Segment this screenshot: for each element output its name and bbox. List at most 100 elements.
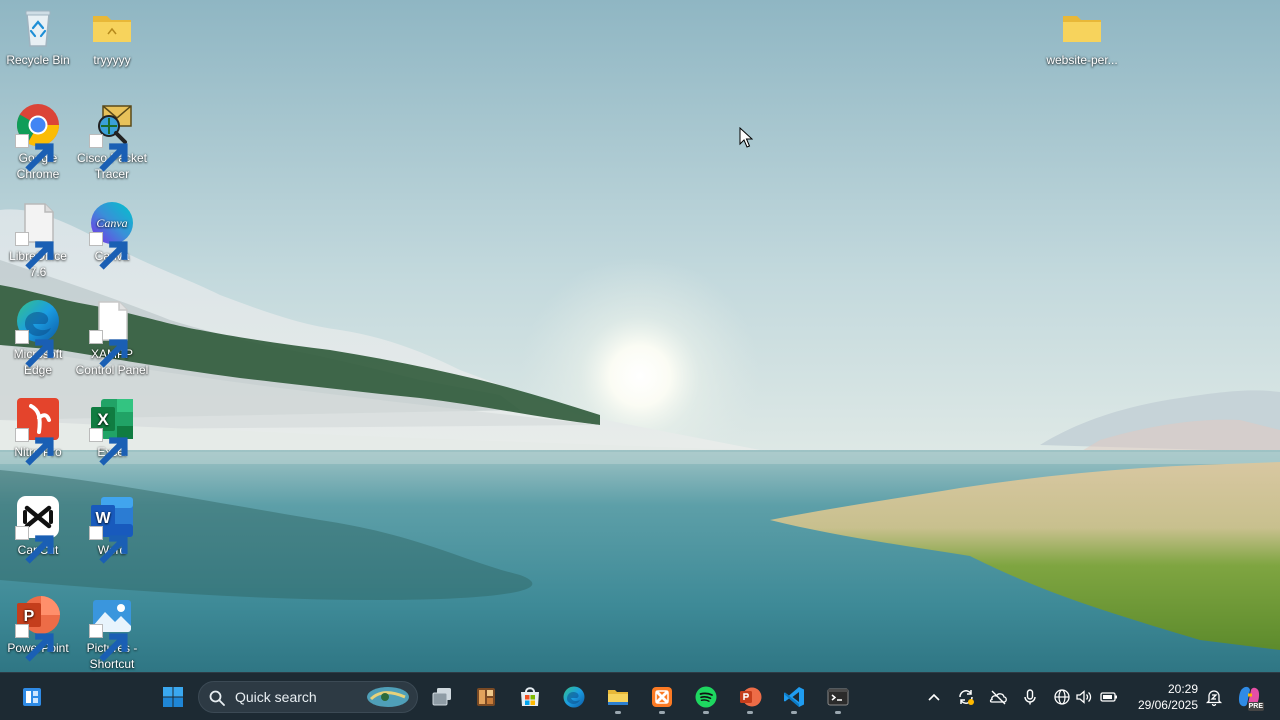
widgets-icon xyxy=(23,688,41,706)
taskbar-app-xampp[interactable] xyxy=(644,679,680,715)
folder-icon xyxy=(89,4,135,50)
svg-text:X: X xyxy=(97,410,109,429)
desktop-icon-recycle-bin[interactable]: Recycle Bin xyxy=(1,4,75,68)
xampp-icon xyxy=(89,298,135,368)
desktop-icon-capcut[interactable]: CapCut xyxy=(1,494,75,564)
notification-bell-icon xyxy=(1205,690,1223,707)
running-indicator xyxy=(659,711,665,714)
cisco-packet-tracer-icon xyxy=(89,102,135,172)
desktop-wallpaper xyxy=(0,0,1280,720)
taskbar-app-powerpoint[interactable] xyxy=(732,679,768,715)
network-icon xyxy=(1054,689,1070,705)
onedrive-icon xyxy=(989,690,1007,705)
desktop-icon-nitro-pro[interactable]: Nitro Pro xyxy=(1,396,75,466)
taskbar-app-terminal[interactable] xyxy=(820,679,856,715)
search-highlight-icon xyxy=(367,687,409,707)
taskbar-app-gallery[interactable] xyxy=(468,679,504,715)
mouse-cursor-icon xyxy=(739,126,754,149)
nitro-pro-icon xyxy=(15,396,61,466)
shortcut-arrow-icon xyxy=(15,526,54,564)
spotify-icon xyxy=(695,686,717,708)
taskbar: Quick search 20:29 29/06/2025 PRE xyxy=(0,672,1280,720)
tray-battery[interactable] xyxy=(1099,687,1119,707)
gallery-app-icon xyxy=(477,688,495,706)
desktop-icon-libreoffice[interactable]: LibreOffice 7.6 xyxy=(1,200,75,280)
shortcut-arrow-icon xyxy=(89,526,128,564)
desktop-icon-microsoft-edge[interactable]: Microsoft Edge xyxy=(1,298,75,378)
battery-icon xyxy=(1100,692,1117,702)
microsoft-store-icon xyxy=(521,687,539,706)
shortcut-arrow-icon xyxy=(15,232,54,270)
tray-sync[interactable] xyxy=(956,687,976,707)
search-placeholder: Quick search xyxy=(235,689,317,705)
shortcut-arrow-icon xyxy=(89,428,128,466)
shortcut-arrow-icon xyxy=(89,134,128,172)
svg-text:W: W xyxy=(95,510,111,527)
shortcut-arrow-icon xyxy=(15,134,54,172)
taskbar-search-box[interactable]: Quick search xyxy=(198,681,418,713)
libreoffice-icon xyxy=(15,200,61,270)
excel-icon: X xyxy=(89,396,135,466)
svg-text:P: P xyxy=(24,608,35,625)
chrome-icon xyxy=(15,102,61,172)
show-hidden-icons-button[interactable] xyxy=(924,687,944,707)
desktop-icon-xampp-control-panel[interactable]: XAMPP Control Panel xyxy=(75,298,149,378)
running-indicator xyxy=(615,711,621,714)
task-view-icon xyxy=(432,688,451,706)
file-explorer-icon xyxy=(608,690,628,705)
desktop-icon-pictures-shortcut[interactable]: Pictures - Shortcut xyxy=(75,592,149,672)
running-indicator xyxy=(747,711,753,714)
volume-icon xyxy=(1076,690,1092,704)
xampp-icon xyxy=(652,687,672,707)
shortcut-arrow-icon xyxy=(89,330,128,368)
pictures-icon xyxy=(89,592,135,662)
taskbar-app-file-explorer[interactable] xyxy=(600,679,636,715)
copilot-badge: PRE xyxy=(1247,702,1264,711)
terminal-icon xyxy=(827,688,849,706)
chevron-up-icon xyxy=(928,693,940,701)
shortcut-arrow-icon xyxy=(89,232,128,270)
desktop-icon-website-folder[interactable]: website-per... xyxy=(1045,4,1119,68)
taskbar-app-edge[interactable] xyxy=(556,679,592,715)
desktop-icon-excel[interactable]: X Excel xyxy=(75,396,149,466)
desktop-icon-word[interactable]: W Word xyxy=(75,494,149,564)
edge-icon xyxy=(15,298,61,368)
desktop-icon-powerpoint[interactable]: P PowerPoint xyxy=(1,592,75,662)
folder-icon xyxy=(1059,4,1105,50)
tray-microphone[interactable] xyxy=(1020,687,1040,707)
sync-icon xyxy=(959,690,974,705)
shortcut-arrow-icon xyxy=(15,624,54,662)
search-icon xyxy=(209,690,225,706)
powerpoint-icon: P xyxy=(15,592,61,662)
shortcut-arrow-icon xyxy=(15,330,54,368)
copilot-button[interactable]: PRE xyxy=(1236,685,1264,711)
desktop-icon-google-chrome[interactable]: Google Chrome xyxy=(1,102,75,182)
desktop-icon-cisco-packet-tracer[interactable]: Cisco Packet Tracer xyxy=(75,102,149,182)
start-button[interactable] xyxy=(155,679,191,715)
powerpoint-icon xyxy=(740,687,762,707)
taskbar-clock[interactable]: 20:29 29/06/2025 xyxy=(1128,681,1198,713)
capcut-icon xyxy=(15,494,61,564)
tray-volume[interactable] xyxy=(1074,687,1094,707)
taskbar-app-spotify[interactable] xyxy=(688,679,724,715)
microphone-icon xyxy=(1024,689,1036,705)
start-menu-icon xyxy=(163,687,183,707)
running-indicator xyxy=(703,711,709,714)
running-indicator xyxy=(791,711,797,714)
taskbar-app-microsoft-store[interactable] xyxy=(512,679,548,715)
tray-onedrive[interactable] xyxy=(988,687,1008,707)
edge-icon xyxy=(563,686,585,708)
clock-time: 20:29 xyxy=(1167,682,1198,696)
notification-center-button[interactable] xyxy=(1204,687,1224,707)
shortcut-arrow-icon xyxy=(89,624,128,662)
task-view-button[interactable] xyxy=(424,679,460,715)
tray-network[interactable] xyxy=(1052,687,1072,707)
taskbar-app-vscode[interactable] xyxy=(776,679,812,715)
word-icon: W xyxy=(89,494,135,564)
desktop-icon-canva[interactable]: Canva Canva xyxy=(75,200,149,270)
svg-text:Canva: Canva xyxy=(96,216,127,230)
canva-icon: Canva xyxy=(89,200,135,270)
desktop-icon-tryyyyy[interactable]: tryyyyy xyxy=(75,4,149,68)
widgets-button[interactable] xyxy=(14,679,50,715)
recycle-bin-icon xyxy=(15,4,61,50)
